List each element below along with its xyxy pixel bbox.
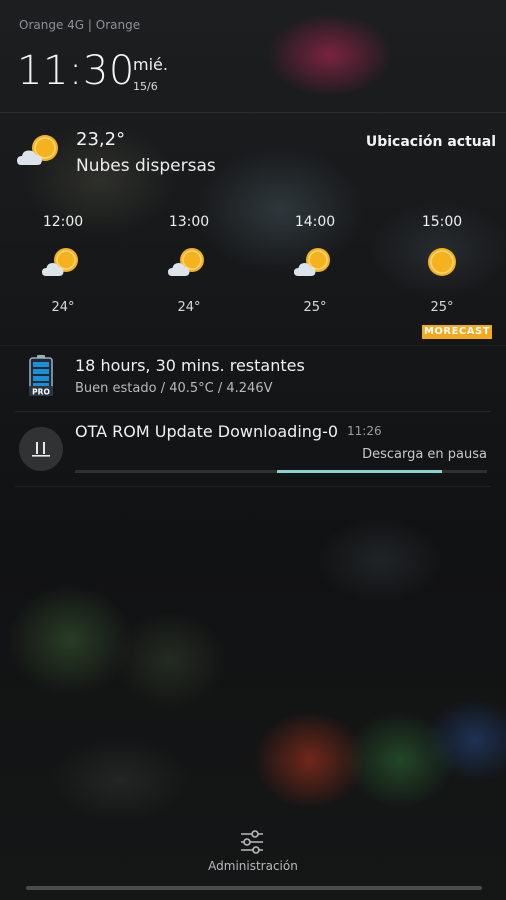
forecast-temperature: 25°	[430, 300, 454, 315]
home-indicator[interactable]	[26, 886, 482, 890]
forecast-temperature: 25°	[303, 300, 327, 315]
forecast-temperature: 24°	[51, 300, 75, 315]
sliders-icon	[241, 830, 263, 854]
day-name: mié.	[133, 55, 168, 74]
carrier-label: Orange 4G | Orange	[19, 18, 141, 32]
partly-cloudy-icon	[294, 248, 330, 276]
notification-divider	[15, 411, 491, 412]
battery-time-remaining: 18 hours, 30 mins. restantes	[75, 356, 305, 375]
pause-icon	[32, 442, 50, 457]
download-time: 11:26	[347, 424, 382, 438]
battery-pro-icon: PRO	[29, 355, 53, 397]
download-status: Descarga en pausa	[362, 447, 487, 462]
pro-badge: PRO	[32, 388, 50, 397]
forecast-hour-3: 14:00 25°	[275, 214, 355, 315]
notification-divider	[15, 486, 491, 487]
download-title: OTA ROM Update Downloading-0	[75, 422, 339, 441]
forecast-hour-2: 13:00 24°	[149, 214, 229, 315]
administration-label: Administración	[208, 859, 298, 873]
forecast-temperature: 24°	[177, 300, 201, 315]
download-progress-bar	[75, 470, 487, 473]
sun-icon	[428, 248, 456, 276]
header-divider	[0, 112, 506, 113]
current-temperature: 23,2°	[76, 129, 126, 150]
battery-status: Buen estado / 40.5°C / 4.246V	[75, 381, 273, 396]
partly-cloudy-icon	[17, 135, 58, 165]
forecast-time: 14:00	[294, 214, 336, 230]
weather-condition: Nubes dispersas	[76, 156, 216, 176]
weather-location[interactable]: Ubicación actual	[366, 134, 496, 150]
forecast-time: 13:00	[168, 214, 210, 230]
weather-divider	[0, 345, 506, 346]
partly-cloudy-icon	[42, 248, 78, 276]
date: 15/6	[133, 80, 158, 93]
partly-cloudy-icon	[168, 248, 204, 276]
forecast-hour-1: 12:00 24°	[23, 214, 103, 315]
forecast-hour-4: 15:00 25°	[402, 214, 482, 315]
forecast-time: 15:00	[421, 214, 463, 230]
forecast-time: 12:00	[42, 214, 84, 230]
pause-button[interactable]	[19, 427, 63, 471]
download-progress-fill	[276, 470, 442, 473]
clock[interactable]: 11:30	[17, 48, 135, 94]
morecast-badge[interactable]: MORECAST	[422, 325, 492, 339]
